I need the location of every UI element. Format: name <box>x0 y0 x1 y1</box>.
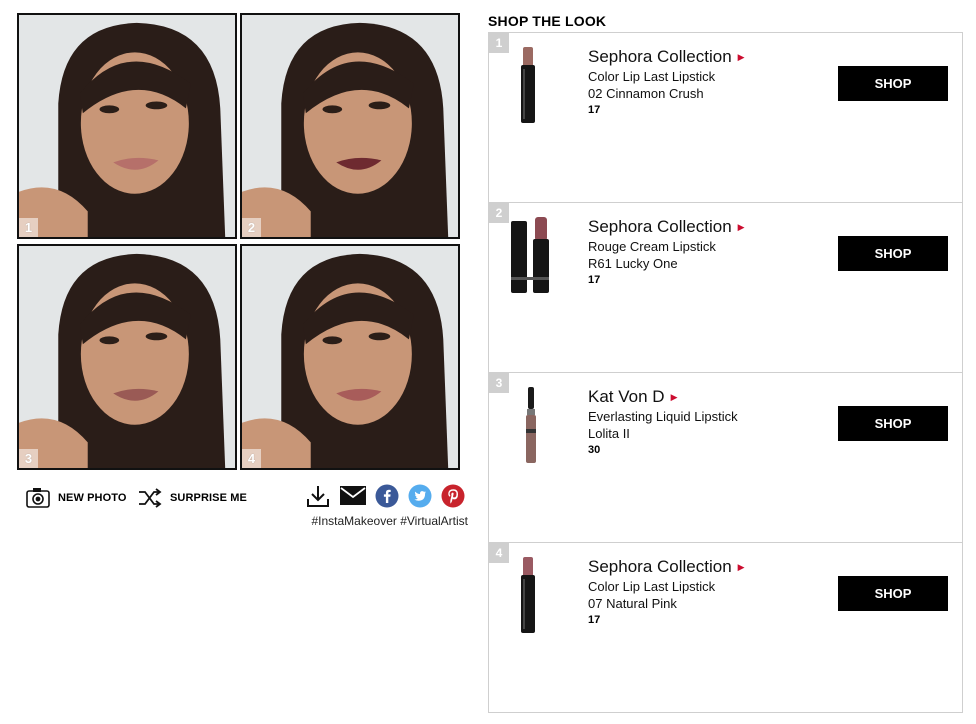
shop-button[interactable]: SHOP <box>838 66 948 101</box>
product-card: 3 Kat Von D ▶ Everlasting Liquid Lipstic… <box>488 372 963 543</box>
product-shade: R61 Lucky One <box>588 256 678 271</box>
shop-button[interactable]: SHOP <box>838 236 948 271</box>
product-price: 30 <box>588 444 601 456</box>
new-photo-label: NEW PHOTO <box>58 492 127 504</box>
product-brand: Sephora Collection <box>588 47 732 66</box>
product-brand-link[interactable]: Sephora Collection ▶ <box>588 47 745 67</box>
product-name: Color Lip Last Lipstick <box>588 579 716 594</box>
product-card: 1 Sephora Collection ▶ Color Lip Last Li… <box>488 32 963 203</box>
face-photo-image <box>19 15 235 237</box>
new-photo-button[interactable]: NEW PHOTO <box>26 486 127 510</box>
makeover-photo-3[interactable]: 3 <box>17 244 237 470</box>
product-shade: 02 Cinnamon Crush <box>588 86 704 101</box>
caret-right-icon: ▶ <box>737 561 745 572</box>
product-shade: 07 Natural Pink <box>588 596 677 611</box>
download-icon[interactable] <box>306 484 330 508</box>
makeover-photo-2[interactable]: 2 <box>240 13 460 239</box>
lipstick-product-image <box>511 217 549 293</box>
photo-number-badge: 4 <box>242 449 261 468</box>
product-info: Sephora Collection ▶ Color Lip Last Lips… <box>588 557 745 626</box>
surprise-me-button[interactable]: SURPRISE ME <box>138 486 247 510</box>
product-info: Sephora Collection ▶ Color Lip Last Lips… <box>588 47 745 116</box>
face-photo-image <box>242 15 458 237</box>
product-brand-link[interactable]: Kat Von D ▶ <box>588 387 738 407</box>
product-price: 17 <box>588 104 601 116</box>
product-brand: Sephora Collection <box>588 217 732 236</box>
shop-button[interactable]: SHOP <box>838 406 948 441</box>
photo-number-badge: 2 <box>242 218 261 237</box>
product-card: 2 Sephora Collection ▶ Rouge Cream Lipst… <box>488 202 963 373</box>
product-card: 4 Sephora Collection ▶ Color Lip Last Li… <box>488 542 963 713</box>
camera-icon <box>26 488 50 508</box>
makeover-photo-4[interactable]: 4 <box>240 244 460 470</box>
shop-the-look-title: SHOP THE LOOK <box>488 13 607 29</box>
product-name: Color Lip Last Lipstick <box>588 69 716 84</box>
lipstick-product-image <box>521 557 535 633</box>
face-photo-image <box>19 246 235 468</box>
makeover-photo-1[interactable]: 1 <box>17 13 237 239</box>
facebook-icon[interactable] <box>375 484 399 508</box>
pinterest-icon[interactable] <box>441 484 465 508</box>
product-price: 17 <box>588 614 601 626</box>
surprise-me-label: SURPRISE ME <box>170 492 247 504</box>
email-icon[interactable] <box>339 484 367 508</box>
product-index-badge: 1 <box>489 33 509 53</box>
face-photo-image <box>242 246 458 468</box>
caret-right-icon: ▶ <box>670 391 678 402</box>
product-index-badge: 4 <box>489 543 509 563</box>
product-index-badge: 2 <box>489 203 509 223</box>
photo-number-badge: 1 <box>19 218 38 237</box>
product-info: Sephora Collection ▶ Rouge Cream Lipstic… <box>588 217 745 286</box>
caret-right-icon: ▶ <box>737 51 745 62</box>
product-brand-link[interactable]: Sephora Collection ▶ <box>588 557 745 577</box>
product-index-badge: 3 <box>489 373 509 393</box>
caret-right-icon: ▶ <box>737 221 745 232</box>
shop-button[interactable]: SHOP <box>838 576 948 611</box>
product-name: Everlasting Liquid Lipstick <box>588 409 738 424</box>
product-price: 17 <box>588 274 601 286</box>
lipstick-product-image <box>521 47 535 123</box>
shuffle-icon <box>139 488 162 508</box>
liquid-lipstick-product-image <box>526 387 536 463</box>
product-brand: Kat Von D <box>588 387 665 406</box>
twitter-icon[interactable] <box>408 484 432 508</box>
product-info: Kat Von D ▶ Everlasting Liquid Lipstick … <box>588 387 738 456</box>
photo-number-badge: 3 <box>19 449 38 468</box>
hashtags-text: #InstaMakeover #VirtualArtist <box>311 514 468 528</box>
product-shade: Lolita II <box>588 426 630 441</box>
product-brand-link[interactable]: Sephora Collection ▶ <box>588 217 745 237</box>
product-brand: Sephora Collection <box>588 557 732 576</box>
product-name: Rouge Cream Lipstick <box>588 239 716 254</box>
